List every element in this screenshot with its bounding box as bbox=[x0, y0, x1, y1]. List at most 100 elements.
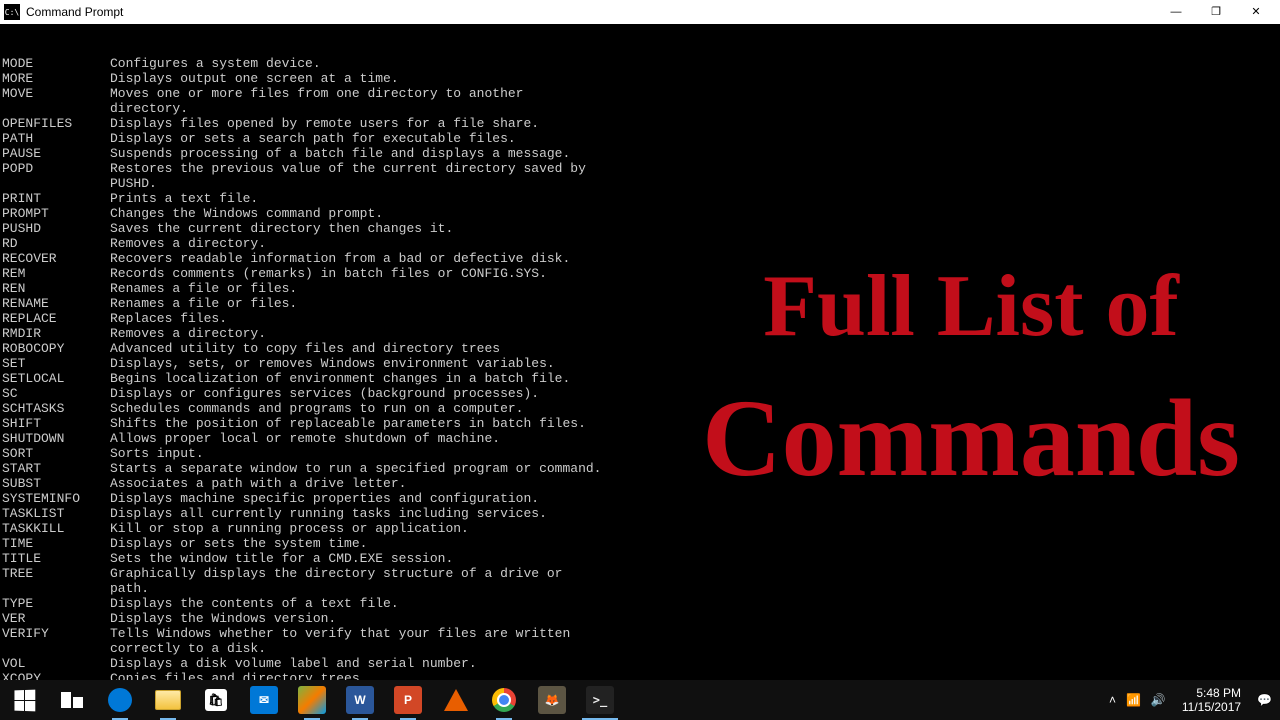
command-description: Allows proper local or remote shutdown o… bbox=[110, 431, 500, 446]
command-row: SCDisplays or configures services (backg… bbox=[2, 386, 1280, 401]
clock-date: 11/15/2017 bbox=[1182, 700, 1241, 714]
taskbar-powerpoint[interactable]: P bbox=[384, 680, 432, 720]
task-view-icon bbox=[61, 692, 83, 708]
command-name: TYPE bbox=[2, 596, 110, 611]
command-name bbox=[2, 641, 110, 656]
command-row: PRINTPrints a text file. bbox=[2, 191, 1280, 206]
command-name: MOVE bbox=[2, 86, 110, 101]
taskbar-mail[interactable]: ✉ bbox=[240, 680, 288, 720]
command-name: VER bbox=[2, 611, 110, 626]
command-name: SET bbox=[2, 356, 110, 371]
command-row: path. bbox=[2, 581, 1280, 596]
paint-icon bbox=[298, 686, 326, 714]
network-icon[interactable]: 📶 bbox=[1126, 693, 1141, 707]
tray-chevron-icon[interactable]: ˄ bbox=[1109, 693, 1116, 707]
command-row: SYSTEMINFODisplays machine specific prop… bbox=[2, 491, 1280, 506]
command-description: Displays or configures services (backgro… bbox=[110, 386, 539, 401]
windows-logo-icon bbox=[14, 689, 35, 711]
minimize-button[interactable]: — bbox=[1156, 0, 1196, 24]
command-row: SHUTDOWNAllows proper local or remote sh… bbox=[2, 431, 1280, 446]
mail-icon: ✉ bbox=[250, 686, 278, 714]
command-description: Prints a text file. bbox=[110, 191, 258, 206]
command-row: VERDisplays the Windows version. bbox=[2, 611, 1280, 626]
command-row: ROBOCOPYAdvanced utility to copy files a… bbox=[2, 341, 1280, 356]
close-button[interactable]: ✕ bbox=[1236, 0, 1276, 24]
taskbar-explorer[interactable] bbox=[144, 680, 192, 720]
edge-icon bbox=[108, 688, 132, 712]
command-description: directory. bbox=[110, 101, 188, 116]
command-name: RD bbox=[2, 236, 110, 251]
command-name: SCHTASKS bbox=[2, 401, 110, 416]
action-center-icon[interactable]: 💬 bbox=[1257, 693, 1272, 707]
command-row: RDRemoves a directory. bbox=[2, 236, 1280, 251]
command-row: MOREDisplays output one screen at a time… bbox=[2, 71, 1280, 86]
command-description: Displays, sets, or removes Windows envir… bbox=[110, 356, 555, 371]
command-description: Kill or stop a running process or applic… bbox=[110, 521, 469, 536]
taskbar-vlc[interactable] bbox=[432, 680, 480, 720]
taskbar-store[interactable]: 🛍 bbox=[192, 680, 240, 720]
volume-icon[interactable]: 🔊 bbox=[1151, 693, 1166, 707]
command-description: correctly to a disk. bbox=[110, 641, 266, 656]
command-description: Sorts input. bbox=[110, 446, 204, 461]
command-row: VOLDisplays a disk volume label and seri… bbox=[2, 656, 1280, 671]
command-description: Starts a separate window to run a specif… bbox=[110, 461, 601, 476]
command-row: SETDisplays, sets, or removes Windows en… bbox=[2, 356, 1280, 371]
folder-icon bbox=[155, 690, 181, 710]
command-description: Recovers readable information from a bad… bbox=[110, 251, 570, 266]
command-row: RECOVERRecovers readable information fro… bbox=[2, 251, 1280, 266]
command-name: VOL bbox=[2, 656, 110, 671]
window-title: Command Prompt bbox=[26, 5, 123, 19]
command-name bbox=[2, 101, 110, 116]
command-description: Displays the Windows version. bbox=[110, 611, 336, 626]
command-description: Renames a file or files. bbox=[110, 296, 297, 311]
command-description: Removes a directory. bbox=[110, 236, 266, 251]
taskbar-word[interactable]: W bbox=[336, 680, 384, 720]
command-description: Moves one or more files from one directo… bbox=[110, 86, 523, 101]
console-output[interactable]: MODEConfigures a system device.MOREDispl… bbox=[0, 24, 1280, 680]
command-name: SUBST bbox=[2, 476, 110, 491]
command-row: MOVEMoves one or more files from one dir… bbox=[2, 86, 1280, 101]
maximize-button[interactable]: ❐ bbox=[1196, 0, 1236, 24]
command-row: PUSHD. bbox=[2, 176, 1280, 191]
taskbar-edge[interactable] bbox=[96, 680, 144, 720]
taskbar-gimp[interactable]: 🦊 bbox=[528, 680, 576, 720]
command-row: TASKKILLKill or stop a running process o… bbox=[2, 521, 1280, 536]
command-name: PROMPT bbox=[2, 206, 110, 221]
command-row: TITLESets the window title for a CMD.EXE… bbox=[2, 551, 1280, 566]
command-row: TYPEDisplays the contents of a text file… bbox=[2, 596, 1280, 611]
taskbar-paint[interactable] bbox=[288, 680, 336, 720]
command-description: Graphically displays the directory struc… bbox=[110, 566, 562, 581]
command-name: PATH bbox=[2, 131, 110, 146]
taskbar-chrome[interactable] bbox=[480, 680, 528, 720]
command-description: Displays machine specific properties and… bbox=[110, 491, 539, 506]
taskbar: 🛍 ✉ W P 🦊 >_ ˄ 📶 🔊 5:48 PM 11/15/2017 💬 bbox=[0, 680, 1280, 720]
command-description: Advanced utility to copy files and direc… bbox=[110, 341, 500, 356]
command-description: Tells Windows whether to verify that you… bbox=[110, 626, 570, 641]
start-button[interactable] bbox=[0, 680, 48, 720]
command-row: PROMPTChanges the Windows command prompt… bbox=[2, 206, 1280, 221]
command-description: Displays or sets the system time. bbox=[110, 536, 367, 551]
system-tray[interactable]: ˄ 📶 🔊 5:48 PM 11/15/2017 💬 bbox=[1101, 680, 1280, 720]
command-description: Suspends processing of a batch file and … bbox=[110, 146, 570, 161]
powerpoint-icon: P bbox=[394, 686, 422, 714]
command-row: RMDIRRemoves a directory. bbox=[2, 326, 1280, 341]
command-row: REPLACEReplaces files. bbox=[2, 311, 1280, 326]
command-name: MORE bbox=[2, 71, 110, 86]
command-description: PUSHD. bbox=[110, 176, 157, 191]
taskbar-cmd[interactable]: >_ bbox=[576, 680, 624, 720]
command-description: Displays or sets a search path for execu… bbox=[110, 131, 516, 146]
command-name: ROBOCOPY bbox=[2, 341, 110, 356]
command-description: Schedules commands and programs to run o… bbox=[110, 401, 523, 416]
command-row: SUBSTAssociates a path with a drive lett… bbox=[2, 476, 1280, 491]
store-icon: 🛍 bbox=[205, 689, 227, 711]
command-name: TASKLIST bbox=[2, 506, 110, 521]
command-description: Displays output one screen at a time. bbox=[110, 71, 399, 86]
command-row: PATHDisplays or sets a search path for e… bbox=[2, 131, 1280, 146]
title-bar: C:\ Command Prompt — ❐ ✕ bbox=[0, 0, 1280, 24]
command-description: Replaces files. bbox=[110, 311, 227, 326]
command-name: START bbox=[2, 461, 110, 476]
chrome-icon bbox=[492, 688, 516, 712]
task-view-button[interactable] bbox=[48, 680, 96, 720]
clock[interactable]: 5:48 PM 11/15/2017 bbox=[1176, 686, 1247, 715]
command-name: SORT bbox=[2, 446, 110, 461]
